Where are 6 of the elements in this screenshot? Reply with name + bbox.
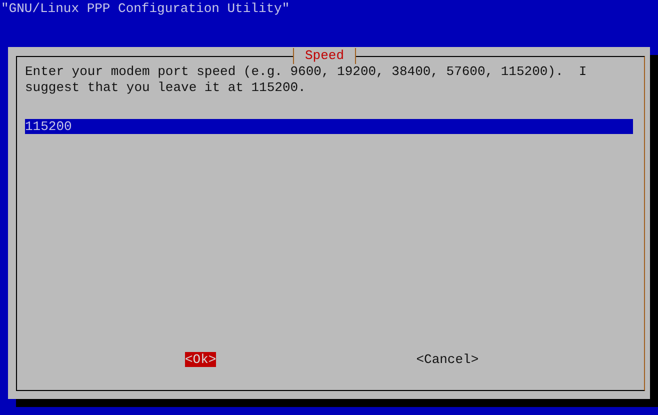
screen-title: "GNU/Linux PPP Configuration Utility": [0, 0, 291, 17]
dialog-button[interactable]: <Cancel>: [416, 352, 479, 367]
input-field[interactable]: 115200: [25, 119, 633, 134]
dialog-button[interactable]: <Ok>: [185, 352, 216, 367]
dialog-message: Enter your modem port speed (e.g. 9600, 19200, 38400, 57600, 115200). I suggest that you leave it at 115200.: [25, 64, 588, 96]
dialog-title: Speed: [293, 48, 356, 64]
